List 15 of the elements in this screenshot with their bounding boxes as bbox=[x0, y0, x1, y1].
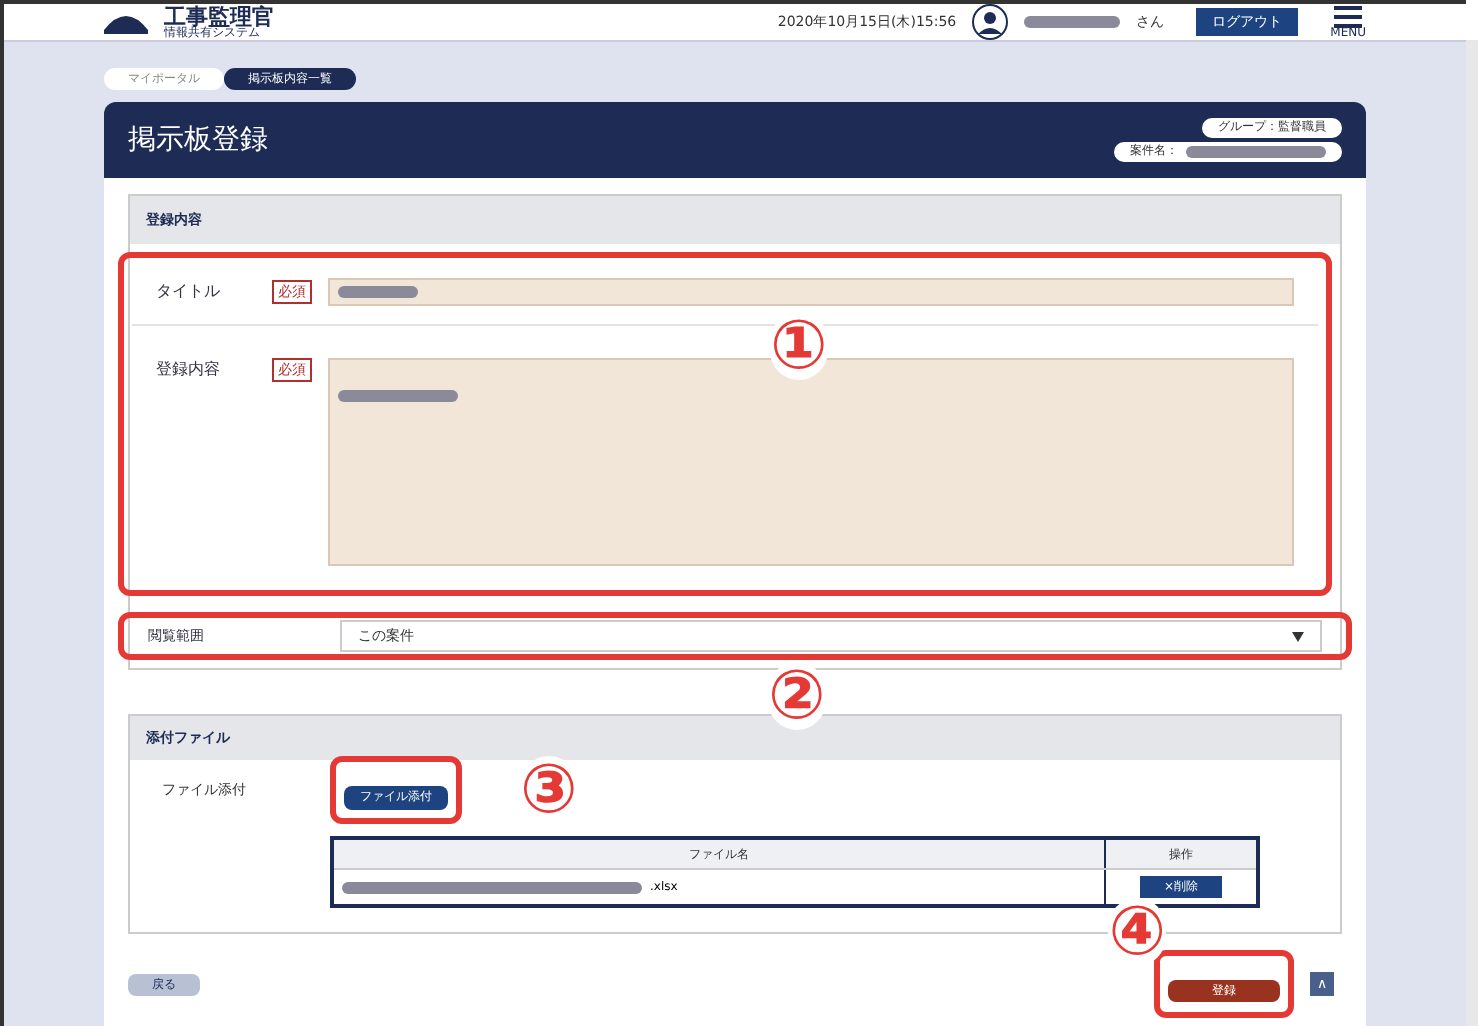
logo-icon bbox=[104, 10, 148, 34]
field-label: タイトル bbox=[156, 279, 222, 303]
scrollbar[interactable] bbox=[1466, 40, 1478, 1026]
title-input[interactable] bbox=[328, 277, 1294, 305]
callout-number: ④ bbox=[1108, 898, 1166, 966]
redacted-text bbox=[338, 285, 418, 297]
callout-number: ② bbox=[768, 662, 826, 730]
page-title: 掲示板登録 bbox=[128, 121, 268, 159]
redacted-text bbox=[1024, 16, 1121, 28]
redacted-text bbox=[1186, 146, 1326, 158]
dropdown-arrow-icon bbox=[1292, 631, 1304, 641]
logo-title: 工事監理官 bbox=[164, 5, 274, 27]
menu-icon bbox=[1334, 5, 1363, 27]
redacted-text bbox=[338, 390, 458, 402]
field-label: 登録内容 bbox=[156, 358, 222, 382]
